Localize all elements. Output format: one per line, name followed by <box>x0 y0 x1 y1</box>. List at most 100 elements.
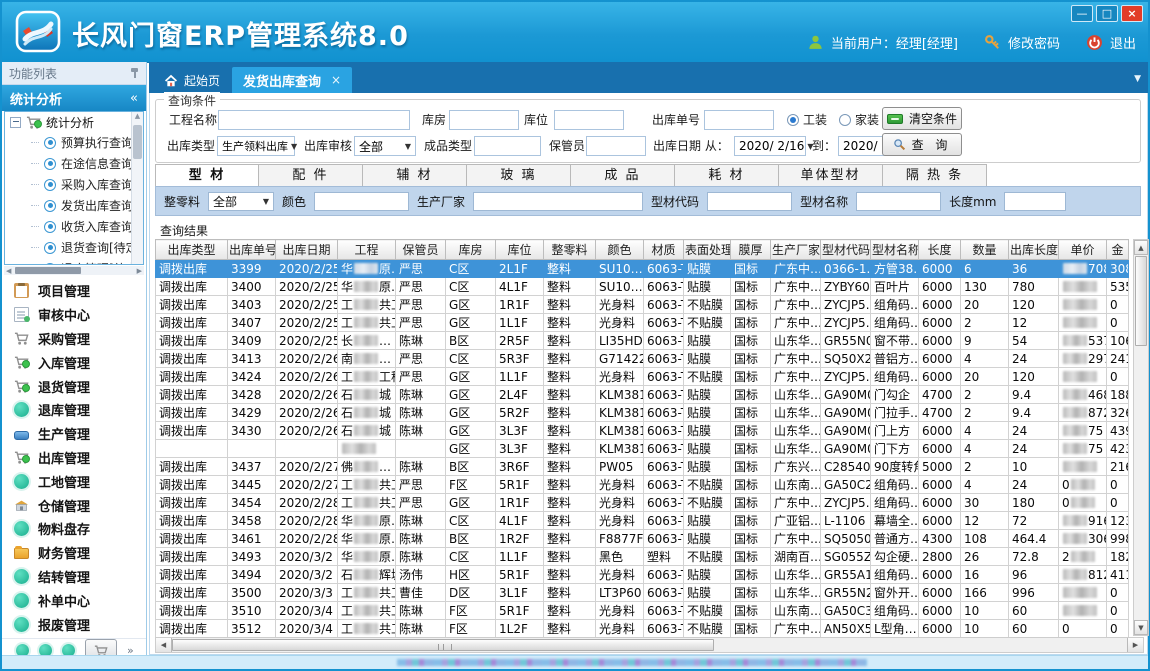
sidebar-menu-item[interactable]: 项目管理 <box>2 279 146 303</box>
table-row[interactable]: 调拨出库34452020/2/27工共工程严思F区5R1F整料光身料6063-T… <box>156 476 1129 494</box>
tree-item[interactable]: 收货入库查询 <box>5 216 132 237</box>
collapse-icon[interactable]: « <box>130 91 138 106</box>
table-row[interactable]: 调拨出库34942020/3/2石辉城汤伟H区5R1F整料光身料6063-T5贴… <box>156 566 1129 584</box>
footer-dot-icon[interactable] <box>39 644 52 655</box>
table-row[interactable]: 调拨出库35102020/3/4工共工程陈琳F区5R1F整料光身料6063-T5… <box>156 602 1129 620</box>
table-row[interactable]: 调拨出库34282020/2/26石城陈琳G区2L4F整料KLM38176063… <box>156 386 1129 404</box>
table-row[interactable]: 调拨出库34072020/2/25工共工程严思G区1L1F整料光身料6063-T… <box>156 314 1129 332</box>
column-header[interactable]: 库位 <box>496 240 544 260</box>
logout-link[interactable]: 退出 <box>1110 33 1136 52</box>
clear-conditions-button[interactable]: 清空条件 <box>882 107 962 130</box>
tab-close-icon[interactable]: × <box>331 73 341 87</box>
sidebar-menu-item[interactable]: 审核中心 <box>2 303 146 327</box>
sidebar-menu-item[interactable]: 入库管理 <box>2 350 146 374</box>
table-row[interactable]: 调拨出库35002020/3/3工共工程曹佳D区3L1F整料LT3P606063… <box>156 584 1129 602</box>
table-row[interactable]: 调拨出库35122020/3/4工共工程陈琳F区1L2F整料光身料6063-T5… <box>156 620 1129 638</box>
material-tab[interactable]: 玻 璃 <box>467 164 571 187</box>
horizontal-scrollbar[interactable]: ◀ ▶ <box>155 637 1144 653</box>
out-type-select[interactable]: 生产领料出库▼ <box>217 136 295 156</box>
tree-item[interactable]: 退库管理[待定] <box>5 258 132 264</box>
footer-dot-icon[interactable] <box>16 644 29 655</box>
search-button[interactable]: 查 询 <box>882 133 962 156</box>
project-name-input[interactable] <box>218 110 410 130</box>
audit-select[interactable]: 全部▼ <box>354 136 416 156</box>
close-button[interactable]: × <box>1121 5 1143 22</box>
section-header[interactable]: 统计分析 « <box>2 85 146 111</box>
column-header[interactable]: 保管员 <box>396 240 446 260</box>
profile-name-input[interactable] <box>856 192 941 211</box>
product-type-input[interactable] <box>474 136 541 156</box>
material-tab[interactable]: 型 材 <box>155 164 259 187</box>
scroll-right-icon[interactable]: ▶ <box>1127 638 1143 652</box>
warehouse-input[interactable] <box>449 110 519 130</box>
column-header[interactable]: 材质 <box>644 240 684 260</box>
sidebar-menu-item[interactable]: 退货管理 <box>2 374 146 398</box>
date-from-picker[interactable]: 2020/ 2/16▼ <box>734 136 806 156</box>
sidebar-menu-item[interactable]: 生产管理 <box>2 422 146 446</box>
column-header[interactable]: 工程 <box>338 240 396 260</box>
column-header[interactable]: 数量 <box>961 240 1009 260</box>
sidebar-menu-item[interactable]: 补单中心 <box>2 588 146 612</box>
tree-expander-icon[interactable] <box>10 117 21 128</box>
table-row[interactable]: 调拨出库34242020/2/26工工程严思G区1L1F整料光身料6063-T5… <box>156 368 1129 386</box>
column-header[interactable]: 生产厂家 <box>771 240 821 260</box>
material-tab[interactable]: 耗 材 <box>675 164 779 187</box>
footer-dot-icon[interactable] <box>62 644 75 655</box>
tree-vertical-scrollbar[interactable]: ▲ <box>131 112 143 264</box>
radio-jiazhuang[interactable] <box>839 114 851 126</box>
material-tab[interactable]: 辅 材 <box>363 164 467 187</box>
sidebar-menu-item[interactable]: 仓储管理 <box>2 493 146 517</box>
sidebar-menu-item[interactable]: 结转管理 <box>2 565 146 589</box>
column-header[interactable]: 库房 <box>446 240 496 260</box>
sidebar-menu-item[interactable]: 财务管理 <box>2 541 146 565</box>
column-header[interactable]: 整零料 <box>544 240 596 260</box>
tree-item[interactable]: 采购入库查询 <box>5 174 132 195</box>
table-row[interactable]: 调拨出库34292020/2/26石城陈琳G区5R2F整料KLM38176063… <box>156 404 1129 422</box>
sidebar-menu-item[interactable]: 工地管理 <box>2 469 146 493</box>
column-header[interactable]: 膜厚 <box>731 240 771 260</box>
footer-cart-button[interactable] <box>85 639 117 655</box>
tree-root[interactable]: 统计分析 <box>5 112 132 132</box>
pin-icon[interactable] <box>131 67 139 79</box>
table-row[interactable]: 调拨出库33992020/2/25华原…严思C区2L1F整料SU10…6063-… <box>156 260 1129 278</box>
tree-item[interactable]: 在途信息查询[待 <box>5 153 132 174</box>
column-header[interactable]: 型材代码 <box>821 240 871 260</box>
sidebar-menu-item[interactable]: 采购管理 <box>2 327 146 351</box>
tree-horizontal-scrollbar[interactable]: ◀▶ <box>4 266 144 275</box>
table-row[interactable]: 调拨出库34582020/2/28华原…陈琳C区4L1F整料光身料6063-T5… <box>156 512 1129 530</box>
sidebar-menu-item[interactable]: 报废管理 <box>2 612 146 636</box>
tree-item[interactable]: 发货出库查询 <box>5 195 132 216</box>
table-row[interactable]: 调拨出库34132020/2/26南…严思C区5R3F整料G714226063-… <box>156 350 1129 368</box>
profile-code-input[interactable] <box>707 192 792 211</box>
maximize-button[interactable]: □ <box>1096 5 1118 22</box>
material-tab[interactable]: 配 件 <box>259 164 363 187</box>
table-row[interactable]: 调拨出库34092020/2/25长…陈琳B区2R5F整料LI35HD6063-… <box>156 332 1129 350</box>
expand-chevron[interactable]: » <box>127 646 134 655</box>
scrollbar-thumb[interactable] <box>1135 256 1147 346</box>
minimize-button[interactable]: — <box>1071 5 1093 22</box>
table-row[interactable]: 调拨出库34302020/2/26石城陈琳G区3L3F整料KLM38176063… <box>156 422 1129 440</box>
column-header[interactable]: 单价 <box>1059 240 1107 260</box>
scroll-down-icon[interactable]: ▼ <box>1134 620 1148 635</box>
color-input[interactable] <box>314 192 409 211</box>
tab-home[interactable]: 起始页 <box>152 68 232 93</box>
radio-gongzhuang[interactable] <box>787 114 799 126</box>
vertical-scrollbar[interactable]: ▲ ▼ <box>1133 239 1149 636</box>
scroll-up-icon[interactable]: ▲ <box>1134 240 1148 255</box>
column-header[interactable]: 出库日期 <box>276 240 338 260</box>
table-row[interactable]: 调拨出库34002020/2/25华原…严思C区4L1F整料SU10…6063-… <box>156 278 1129 296</box>
location-input[interactable] <box>554 110 624 130</box>
table-row[interactable]: G区3L3F整料KLM38176063-T5贴膜国标山东华…GA90M09.门下… <box>156 440 1129 458</box>
column-header[interactable]: 型材名称 <box>871 240 919 260</box>
column-header[interactable]: 表面处理 <box>684 240 731 260</box>
table-row[interactable]: 调拨出库34372020/2/27佛…陈琳B区3R6F整料PW056063-T5… <box>156 458 1129 476</box>
sidebar-menu-item[interactable]: 退库管理 <box>2 398 146 422</box>
table-row[interactable]: 调拨出库34612020/2/28华原…陈琳B区1R2F整料F8877FT606… <box>156 530 1129 548</box>
tree-item[interactable]: 预算执行查询 <box>5 132 132 153</box>
column-header[interactable]: 金 <box>1107 240 1129 260</box>
tree-item[interactable]: 退货查询[待定] <box>5 237 132 258</box>
column-header[interactable]: 长度 <box>919 240 961 260</box>
sidebar-menu-item[interactable]: 出库管理 <box>2 446 146 470</box>
material-tab[interactable]: 成 品 <box>571 164 675 187</box>
maker-input[interactable] <box>473 192 643 211</box>
